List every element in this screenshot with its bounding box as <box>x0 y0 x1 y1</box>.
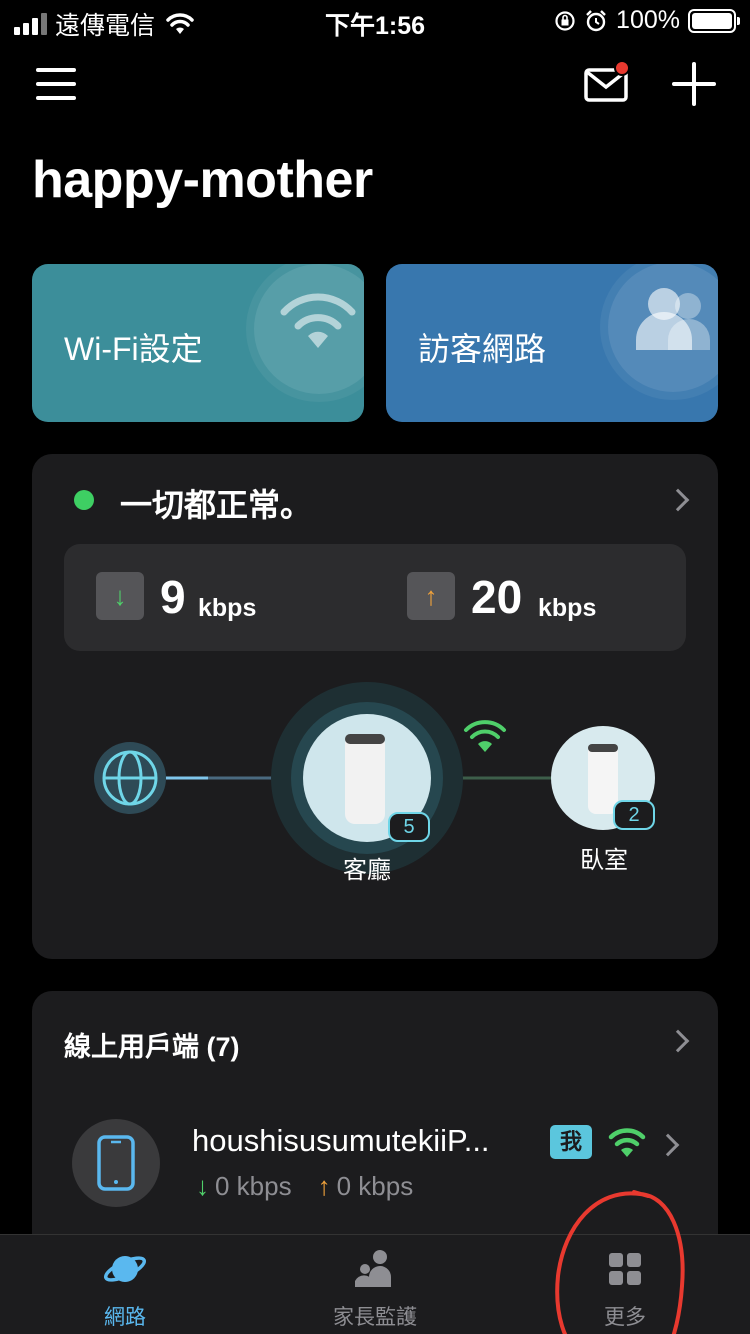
main-node-label[interactable]: 客廳 <box>307 850 427 885</box>
satellite-node-label[interactable]: 臥室 <box>544 840 664 875</box>
tab-parental-controls[interactable]: 家長監護 <box>250 1235 500 1334</box>
client-upload: 0 kbps <box>336 1171 414 1201</box>
satellite-client-count: 2 <box>613 800 655 830</box>
satellite-router-icon <box>588 744 618 814</box>
tab-parental-label: 家長監護 <box>333 1306 417 1329</box>
network-planet-icon <box>103 1256 147 1282</box>
wifi-settings-card[interactable]: Wi-Fi設定 <box>32 264 364 422</box>
battery-icon <box>688 8 740 33</box>
alarm-icon <box>586 9 606 31</box>
add-button[interactable] <box>672 62 716 106</box>
client-name: houshisusumutekiiP... <box>192 1123 490 1158</box>
status-bar: 遠傳電信 下午1:56 100% <box>0 0 750 40</box>
mesh-wifi-icon <box>464 720 506 752</box>
chevron-right-icon <box>666 1029 690 1053</box>
network-status-card[interactable]: 一切都正常。 ↓ 9 kbps ↑ 20 kbps 5 客廳 2 臥室 <box>32 454 718 959</box>
orientation-lock-icon <box>555 10 575 31</box>
main-node-client-count: 5 <box>388 812 430 842</box>
network-title: happy-mother <box>32 151 373 209</box>
client-speeds: ↓ 0 kbps ↑ 0 kbps <box>196 1171 413 1202</box>
menu-button[interactable] <box>36 68 76 100</box>
battery-percent: 100% <box>616 6 680 34</box>
client-download: 0 kbps <box>215 1171 292 1201</box>
tab-network[interactable]: 網路 <box>0 1235 250 1334</box>
clients-title: 線上用戶端 (7) <box>64 1032 240 1062</box>
guests-icon <box>636 288 710 350</box>
wifi-icon <box>280 293 356 348</box>
unread-indicator <box>614 60 630 76</box>
parental-control-icon <box>355 1250 391 1287</box>
tab-network-label: 網路 <box>104 1306 146 1329</box>
download-arrow-icon: ↓ <box>196 1171 209 1201</box>
guest-network-label: 訪客網路 <box>418 331 547 367</box>
internet-globe-icon <box>94 742 166 814</box>
phone-icon <box>72 1119 160 1207</box>
me-badge: 我 <box>550 1125 592 1159</box>
chevron-right-icon <box>656 1133 680 1157</box>
guest-network-card[interactable]: 訪客網路 <box>386 264 718 422</box>
main-router-icon <box>345 734 385 824</box>
upload-arrow-icon: ↑ <box>317 1171 331 1201</box>
wifi-settings-label: Wi-Fi設定 <box>64 331 203 367</box>
wifi-strength-icon <box>608 1128 646 1157</box>
red-annotation-circle <box>555 1190 685 1334</box>
